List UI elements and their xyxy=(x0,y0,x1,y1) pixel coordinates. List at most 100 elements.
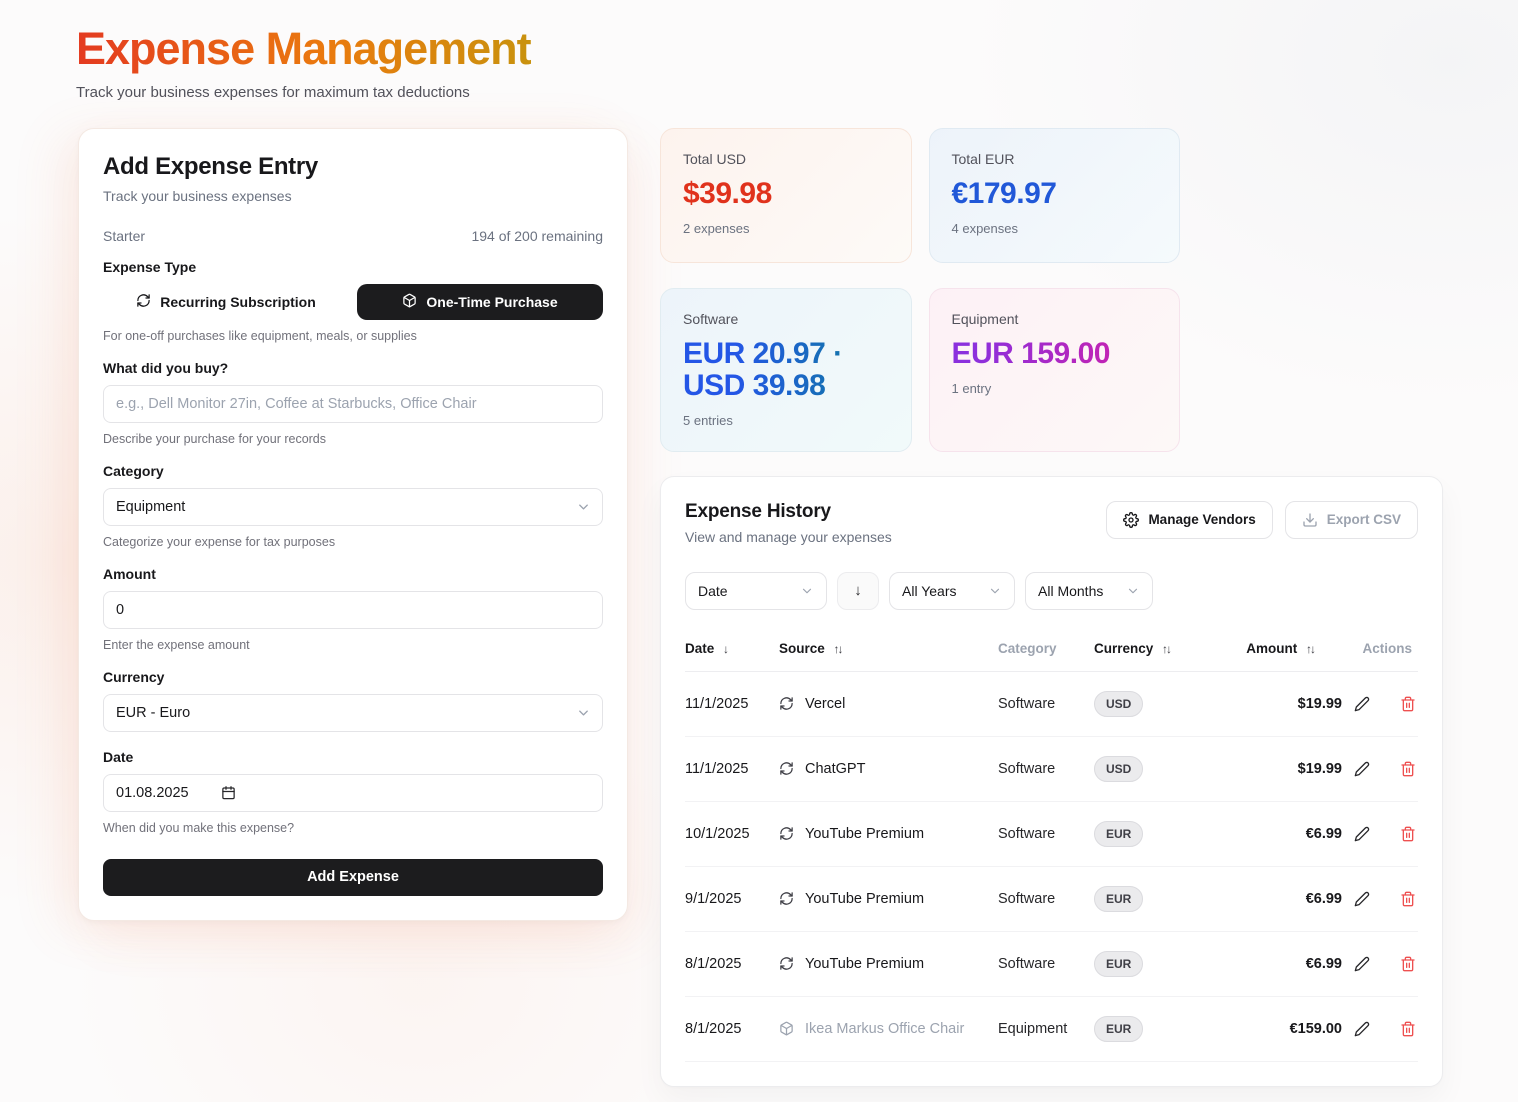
expense-source: ChatGPT xyxy=(805,761,865,777)
stat-label: Software xyxy=(683,311,889,327)
page-title: Expense Management xyxy=(76,24,531,74)
edit-button[interactable] xyxy=(1352,1019,1372,1039)
form-title: Add Expense Entry xyxy=(103,153,603,181)
one-time-purchase-button[interactable]: One-Time Purchase xyxy=(357,284,603,320)
expense-source: Ikea Markus Office Chair xyxy=(805,1021,964,1037)
delete-button[interactable] xyxy=(1398,954,1418,974)
sort-direction-button[interactable]: ↓ xyxy=(837,572,879,610)
stat-card-software: Software EUR 20.97 · USD 39.98 5 entries xyxy=(660,288,912,452)
download-icon xyxy=(1302,512,1318,528)
edit-button[interactable] xyxy=(1352,954,1372,974)
column-header-date[interactable]: Date ↓ xyxy=(685,633,779,672)
form-subtitle: Track your business expenses xyxy=(103,188,603,204)
edit-button[interactable] xyxy=(1352,889,1372,909)
expense-amount: €6.99 xyxy=(1306,826,1342,842)
purchase-input[interactable] xyxy=(103,385,603,423)
page-subtitle: Track your business expenses for maximum… xyxy=(76,84,1518,101)
edit-button[interactable] xyxy=(1352,694,1372,714)
package-icon xyxy=(779,1021,794,1036)
stat-sub: 4 expenses xyxy=(952,221,1158,236)
date-label: Date xyxy=(103,749,603,765)
stats-grid: Total USD $39.98 2 expenses Total EUR €1… xyxy=(660,128,1180,452)
add-expense-card: Add Expense Entry Track your business ex… xyxy=(78,128,628,921)
expense-amount: €6.99 xyxy=(1306,891,1342,907)
column-header-amount[interactable]: Amount ↑↓ xyxy=(1212,633,1342,672)
stat-sub: 2 expenses xyxy=(683,221,889,236)
column-header-source[interactable]: Source ↑↓ xyxy=(779,633,998,672)
column-header-actions: Actions xyxy=(1342,633,1418,672)
amount-input[interactable] xyxy=(103,591,603,629)
expense-amount: $19.99 xyxy=(1298,761,1342,777)
arrow-down-icon: ↓ xyxy=(854,582,862,599)
expense-amount: $19.99 xyxy=(1298,696,1342,712)
delete-button[interactable] xyxy=(1398,824,1418,844)
year-filter-select[interactable]: All Years xyxy=(889,572,1015,610)
edit-button[interactable] xyxy=(1352,759,1372,779)
calendar-icon[interactable] xyxy=(221,785,236,800)
stat-value: $39.98 xyxy=(683,178,889,210)
stat-value: €179.97 xyxy=(952,178,1158,210)
stat-label: Equipment xyxy=(952,311,1158,327)
expense-category: Software xyxy=(998,696,1055,712)
expense-type-toggle: Recurring Subscription One-Time Purchase xyxy=(103,284,603,320)
page-header: Expense Management Track your business e… xyxy=(0,0,1518,101)
stat-sub: 5 entries xyxy=(683,413,889,428)
table-row: 10/1/2025 YouTube Premium Software EUR €… xyxy=(685,801,1418,866)
expense-source: YouTube Premium xyxy=(805,956,924,972)
column-header-currency[interactable]: Currency ↑↓ xyxy=(1094,633,1212,672)
export-csv-button[interactable]: Export CSV xyxy=(1285,501,1418,539)
currency-badge: USD xyxy=(1094,756,1143,782)
expense-category: Software xyxy=(998,891,1055,907)
refresh-icon xyxy=(779,891,794,906)
edit-button[interactable] xyxy=(1352,824,1372,844)
delete-button[interactable] xyxy=(1398,759,1418,779)
stat-card-total-usd: Total USD $39.98 2 expenses xyxy=(660,128,912,263)
table-row: 8/1/2025 YouTube Premium Software EUR €6… xyxy=(685,931,1418,996)
delete-button[interactable] xyxy=(1398,694,1418,714)
add-expense-button[interactable]: Add Expense xyxy=(103,859,603,896)
category-label: Category xyxy=(103,463,603,479)
plan-row: Starter 194 of 200 remaining xyxy=(103,228,603,244)
expense-type-helper: For one-off purchases like equipment, me… xyxy=(103,329,603,343)
gear-icon xyxy=(1123,512,1139,528)
chevron-down-icon xyxy=(800,584,814,598)
expense-history-panel: Expense History View and manage your exp… xyxy=(660,476,1443,1087)
month-filter-select[interactable]: All Months xyxy=(1025,572,1153,610)
stat-label: Total EUR xyxy=(952,151,1158,167)
expense-date: 9/1/2025 xyxy=(685,866,779,931)
chevron-down-icon xyxy=(1126,584,1140,598)
table-row: 11/1/2025 Vercel Software USD $19.99 xyxy=(685,671,1418,736)
date-input[interactable] xyxy=(103,774,603,812)
expense-table: Date ↓ Source ↑↓ Category Currency ↑↓ xyxy=(685,633,1418,1062)
delete-button[interactable] xyxy=(1398,1019,1418,1039)
expense-date: 11/1/2025 xyxy=(685,736,779,801)
recurring-subscription-button[interactable]: Recurring Subscription xyxy=(103,284,349,320)
stat-value: EUR 159.00 xyxy=(952,338,1158,370)
category-select[interactable] xyxy=(103,488,603,526)
category-helper: Categorize your expense for tax purposes xyxy=(103,535,603,549)
stat-label: Total USD xyxy=(683,151,889,167)
expense-amount: €159.00 xyxy=(1290,1021,1342,1037)
expense-source: YouTube Premium xyxy=(805,826,924,842)
refresh-icon xyxy=(779,956,794,971)
purchase-label: What did you buy? xyxy=(103,360,603,376)
sort-desc-icon: ↓ xyxy=(723,642,727,656)
amount-label: Amount xyxy=(103,566,603,582)
plan-name: Starter xyxy=(103,228,145,244)
currency-select[interactable] xyxy=(103,694,603,732)
history-subtitle: View and manage your expenses xyxy=(685,529,892,545)
delete-button[interactable] xyxy=(1398,889,1418,909)
currency-badge: USD xyxy=(1094,691,1143,717)
table-row: 8/1/2025 Ikea Markus Office Chair Equipm… xyxy=(685,996,1418,1061)
sort-both-icon: ↑↓ xyxy=(1162,642,1170,656)
manage-vendors-button[interactable]: Manage Vendors xyxy=(1106,501,1272,539)
refresh-icon xyxy=(779,761,794,776)
filters-row: Date ↓ All Years All Months xyxy=(685,572,1418,610)
sort-both-icon: ↑↓ xyxy=(1306,642,1314,656)
date-helper: When did you make this expense? xyxy=(103,821,603,835)
column-header-category: Category xyxy=(998,633,1094,672)
expense-amount: €6.99 xyxy=(1306,956,1342,972)
sort-by-select[interactable]: Date xyxy=(685,572,827,610)
expense-category: Software xyxy=(998,761,1055,777)
package-icon xyxy=(402,293,417,311)
